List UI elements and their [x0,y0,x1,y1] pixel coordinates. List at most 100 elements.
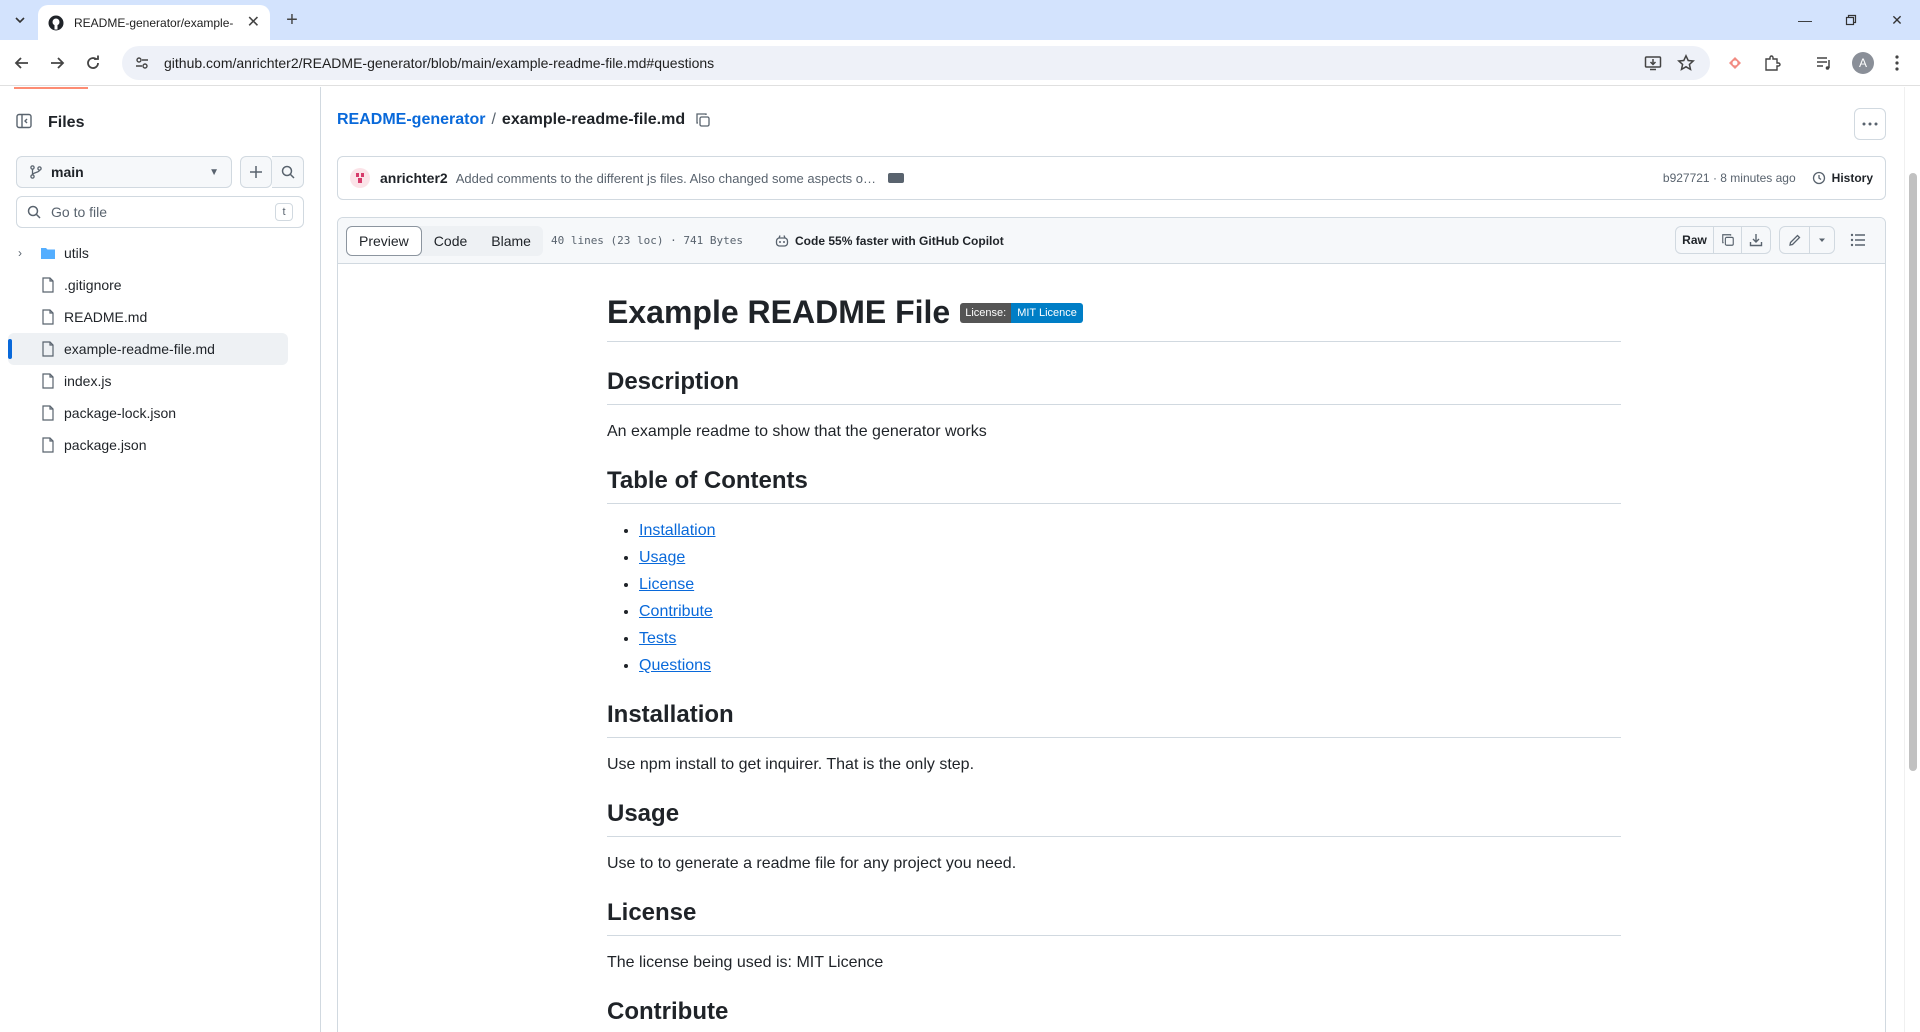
file-icon [40,405,56,424]
toc-link-contribute[interactable]: Contribute [639,603,713,620]
file-icon [40,437,56,456]
extension-red-icon[interactable] [1724,52,1746,74]
list-item: License [639,576,1621,594]
arrow-left-icon [14,57,28,69]
edit-file-button[interactable] [1780,227,1810,253]
raw-button[interactable]: Raw [1676,227,1714,253]
branch-name: main [51,164,84,180]
copilot-promo-text: Code 55% faster with GitHub Copilot [795,233,1004,248]
tree-item-package-json[interactable]: package.json [8,429,288,461]
file-info: 40 lines (23 loc) · 741 Bytes [550,234,744,247]
commit-meta[interactable]: b927721 · 8 minutes ago [1663,171,1796,185]
copy-path-icon[interactable] [695,112,711,128]
new-tab-button[interactable]: + [280,8,304,32]
collapse-sidebar-icon[interactable] [16,113,32,134]
breadcrumb-separator: / [491,111,496,128]
history-icon [1812,171,1825,185]
heading-description: Description [607,368,1621,405]
history-button[interactable]: History [1812,171,1873,185]
more-options-button[interactable] [1854,108,1886,140]
download-icon [1749,234,1763,247]
toc-link-installation[interactable]: Installation [639,522,716,539]
reload-icon [87,55,99,69]
tab-list-button[interactable] [8,8,32,32]
tree-item-utils[interactable]: › utils [8,237,288,269]
add-file-button[interactable] [240,156,272,188]
tree-item-gitignore[interactable]: .gitignore [8,269,288,301]
badge-label: License: [960,302,1012,323]
back-button[interactable] [8,49,36,77]
list-item: Installation [639,522,1621,540]
reload-button[interactable] [79,49,107,77]
address-bar[interactable]: github.com/anrichter2/README-generator/b… [122,46,1710,80]
go-to-file-input[interactable]: Go to file t [16,196,304,228]
extensions-puzzle-icon[interactable] [1761,52,1783,74]
download-button[interactable] [1742,227,1770,253]
minimize-button[interactable]: — [1782,0,1828,40]
plus-icon [250,166,262,178]
browser-menu-icon[interactable] [1886,52,1908,74]
heading-installation: Installation [607,701,1621,738]
scrollbar-thumb[interactable] [1909,173,1917,771]
edit-options-dropdown[interactable] [1810,227,1834,253]
tree-item-label: example-readme-file.md [64,341,215,357]
list-item: Contribute [639,603,1621,621]
copy-raw-button[interactable] [1714,227,1742,253]
tree-item-label: .gitignore [64,277,122,293]
branch-selector[interactable]: main ▼ [16,156,232,188]
install-app-icon[interactable] [1643,53,1663,73]
github-logo-icon [48,15,64,30]
profile-avatar[interactable]: A [1852,52,1874,74]
go-to-file-placeholder: Go to file [51,204,108,220]
toc-link-questions[interactable]: Questions [639,657,711,674]
tab-blame[interactable]: Blame [479,226,543,256]
tree-item-label: utils [64,245,89,261]
toc-link-tests[interactable]: Tests [639,630,676,647]
kebab-horizontal-icon [1862,122,1878,126]
media-control-icon[interactable] [1813,52,1835,74]
breadcrumb-file-name: example-readme-file.md [501,111,686,128]
caret-down-icon: ▼ [209,166,219,178]
toc-list: Installation Usage License Contribute Te… [607,522,1621,675]
arrow-right-icon [51,57,65,69]
folder-icon [40,245,56,264]
history-label: History [1831,171,1873,185]
sidebar-title: Files [48,114,85,131]
browser-tab[interactable]: README-generator/example-re ✕ [38,5,270,40]
tree-item-readme[interactable]: README.md [8,301,288,333]
tree-item-label: README.md [64,309,148,325]
tab-code[interactable]: Code [422,226,479,256]
tab-close-icon[interactable]: ✕ [247,14,260,31]
copilot-promo-link[interactable]: Code 55% faster with GitHub Copilot [775,234,1004,248]
toc-link-usage[interactable]: Usage [639,549,685,566]
bookmark-star-icon[interactable] [1676,53,1696,73]
toc-link-license[interactable]: License [639,576,694,593]
commit-message[interactable]: Added comments to the different js files… [456,171,876,186]
tree-item-index-js[interactable]: index.js [8,365,288,397]
git-branch-icon [30,165,42,179]
tab-title: README-generator/example-re [74,15,234,30]
restore-button[interactable] [1828,0,1874,40]
close-window-button[interactable]: ✕ [1874,0,1920,40]
breadcrumb-repo-link[interactable]: README-generator [337,111,485,129]
edit-group [1779,226,1835,254]
license-badge[interactable]: License: MIT Licence [960,302,1083,323]
search-files-button[interactable] [272,156,304,188]
forward-button[interactable] [43,49,71,77]
outline-button[interactable] [1843,226,1873,254]
page-scrollbar[interactable] [1904,87,1920,1032]
readme-content: Example README File License: MIT Licence… [607,264,1621,1032]
author-avatar[interactable] [350,168,370,188]
url-text: github.com/anrichter2/README-generator/b… [164,55,715,71]
expand-commit-icon[interactable] [888,173,905,183]
readme-title-row: Example README File License: MIT Licence [607,294,1621,342]
chevron-right-icon[interactable]: › [18,246,22,260]
site-info-icon[interactable] [134,55,150,71]
sidebar-header: Files [16,109,84,137]
description-text: An example readme to show that the gener… [607,423,987,440]
tree-item-example-readme[interactable]: example-readme-file.md [8,333,288,365]
tree-item-package-lock[interactable]: package-lock.json [8,397,288,429]
tab-preview[interactable]: Preview [346,225,422,256]
shortcut-key: t [275,203,293,221]
commit-author[interactable]: anrichter2 [380,170,448,186]
